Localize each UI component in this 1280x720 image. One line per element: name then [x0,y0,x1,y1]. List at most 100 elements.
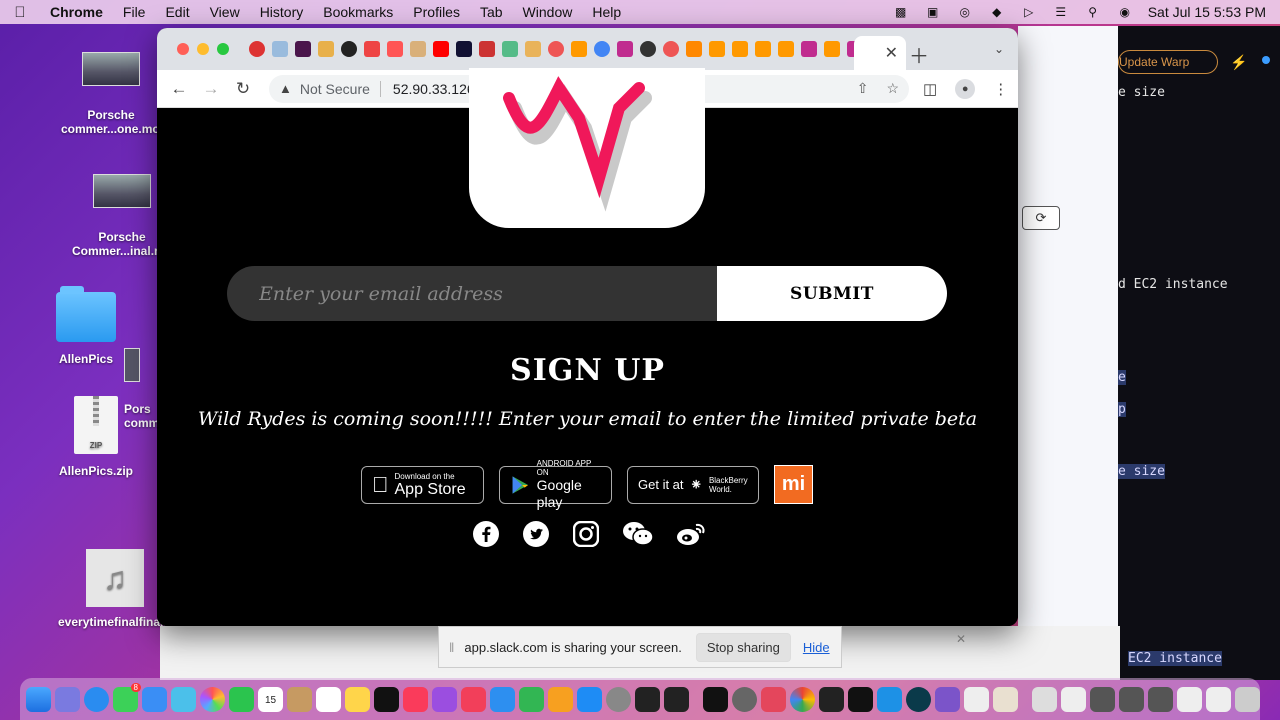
desktop-folder-allenpics[interactable]: AllenPics [36,286,136,366]
news-icon[interactable] [461,686,486,712]
menu-profiles[interactable]: Profiles [403,0,470,24]
music-file-icon[interactable] [1032,686,1057,712]
chevron-down-icon[interactable]: ⌄ [994,42,1004,56]
instagram-icon[interactable] [572,520,600,548]
aws-tab-icon[interactable] [571,41,587,57]
window-icon[interactable] [1206,686,1231,712]
new-tab-icon[interactable]: ＋ [909,40,929,69]
music-icon[interactable] [403,686,428,712]
refresh-icon[interactable]: ⟳ [1022,206,1060,230]
tab-favicon-icon[interactable] [318,41,334,57]
warp-icon[interactable] [848,686,873,712]
podcasts-icon[interactable] [432,686,457,712]
docker-icon[interactable]: ▩ [892,5,910,19]
submit-button[interactable]: SUBMIT [717,266,947,321]
document-icon[interactable] [1061,686,1086,712]
menu-app-name[interactable]: Chrome [40,0,113,24]
tab-favicon-icon[interactable] [479,41,495,57]
desktop-file-wav[interactable]: ♫ everytimefinalfinal.wav [58,549,189,629]
facetime-icon[interactable] [229,686,254,712]
tab-favicon-icon[interactable] [686,41,702,57]
side-panel-icon[interactable]: ◫ [923,80,937,98]
forward-icon[interactable]: → [195,79,227,99]
bolt-icon[interactable]: ⚡ [1230,54,1247,71]
calendar-icon[interactable]: 15 [258,686,283,712]
minimize-window-icon[interactable] [197,43,209,55]
aws-tab-icon[interactable] [755,41,771,57]
security-status[interactable]: Not Secure [300,81,370,97]
control-center-icon[interactable]: ◉ [1116,5,1134,19]
blackberry-world-badge[interactable]: Get it at ⁕ BlackBerry World. [627,465,759,504]
tab-favicon-icon[interactable] [410,41,426,57]
slack-tab-icon[interactable] [295,41,311,57]
warning-icon[interactable]: ▲ [279,81,292,96]
menu-edit[interactable]: Edit [155,0,199,24]
app-icon[interactable] [906,686,931,712]
window-icon[interactable] [1177,686,1202,712]
google-tab-icon[interactable] [594,41,610,57]
safari-icon[interactable] [84,686,109,712]
apple-menu-icon[interactable]:  [0,4,40,21]
close-window-icon[interactable] [177,43,189,55]
screenshot-icon[interactable] [1090,686,1115,712]
tab-favicon-icon[interactable] [249,41,265,57]
wifi-icon[interactable]: ☰ [1052,5,1070,19]
close-tab-icon[interactable]: ✕ [885,43,898,63]
keynote-icon[interactable] [490,686,515,712]
tab-favicon-icon[interactable] [456,41,472,57]
menu-clock[interactable]: Sat Jul 15 5:53 PM [1148,4,1266,20]
share-icon[interactable]: ⇧ [857,80,869,97]
xcode-icon[interactable] [664,686,689,712]
aws-tab-icon[interactable] [824,41,840,57]
aws-tab-icon[interactable] [732,41,748,57]
menu-file[interactable]: File [113,0,156,24]
tab-favicon-icon[interactable] [364,41,380,57]
app-icon[interactable] [732,686,757,712]
messages-icon[interactable]: 8 [113,682,141,712]
tab-favicon-icon[interactable] [663,41,679,57]
more-menu-icon[interactable]: ⋮ [993,80,1008,98]
github-tab-icon[interactable] [341,41,357,57]
bookmark-star-icon[interactable]: ☆ [886,80,899,97]
contacts-icon[interactable] [287,686,312,712]
menu-history[interactable]: History [250,0,314,24]
trash-icon[interactable] [1235,686,1260,712]
app-icon[interactable] [761,686,786,712]
photos-icon[interactable] [200,686,225,712]
menu-tab[interactable]: Tab [470,0,513,24]
reminders-icon[interactable] [316,686,341,712]
system-preferences-icon[interactable] [606,686,631,712]
tab-favicon-icon[interactable] [801,41,817,57]
tab-favicon-icon[interactable] [272,41,288,57]
github-desktop-icon[interactable] [819,686,844,712]
zoom-window-icon[interactable] [217,43,229,55]
numbers-icon[interactable] [519,686,544,712]
pages-icon[interactable] [548,686,573,712]
back-icon[interactable]: ← [163,79,195,99]
slack-icon[interactable] [993,686,1018,712]
wechat-icon[interactable] [622,520,654,548]
visual-studio-icon[interactable] [935,686,960,712]
apple-tv-icon[interactable] [374,686,399,712]
menu-window[interactable]: Window [513,0,583,24]
notes-icon[interactable] [345,686,370,712]
menu-help[interactable]: Help [582,0,631,24]
update-warp-button[interactable]: Update Warp [1118,50,1218,74]
tab-favicon-icon[interactable] [640,41,656,57]
creative-cloud-icon[interactable]: ◎ [956,5,974,19]
background-terminal-window[interactable]: Update Warp ⚡ ⟳ e size d EC2 instance e … [1018,26,1280,680]
twitter-icon[interactable] [522,520,550,548]
tab-favicon-icon[interactable] [617,41,633,57]
url-text[interactable]: 52.90.33.126 [393,81,475,97]
play-icon[interactable]: ▷ [1020,5,1038,19]
tab-favicon-icon[interactable] [502,41,518,57]
menu-view[interactable]: View [200,0,250,24]
active-tab[interactable]: ✕ [854,36,906,70]
aws-tab-icon[interactable] [778,41,794,57]
tab-favicon-icon[interactable] [525,41,541,57]
finder-icon[interactable] [26,686,51,712]
tab-favicon-icon[interactable] [548,41,564,57]
vpn-icon[interactable]: ◆ [988,5,1006,19]
email-input[interactable] [227,266,717,321]
close-icon[interactable]: ✕ [956,632,966,646]
